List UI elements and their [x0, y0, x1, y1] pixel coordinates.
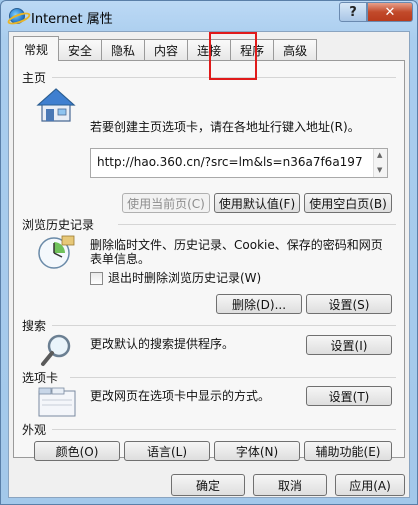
- history-description-line2: 表单信息。: [90, 252, 151, 266]
- history-divider: [118, 224, 396, 225]
- cancel-button[interactable]: 取消: [253, 474, 327, 496]
- title-bar[interactable]: Internet 属性 ? ✕: [1, 1, 417, 31]
- dialog-body: 常规 安全 隐私 内容 连接 程序 高级 主页 若要创建主页选项卡，请在各地址行…: [8, 31, 410, 498]
- appearance-section-title: 外观: [22, 423, 47, 437]
- search-description: 更改默认的搜索提供程序。: [90, 337, 235, 351]
- accessibility-button[interactable]: 辅助功能(E): [304, 441, 392, 461]
- internet-explorer-icon: [9, 8, 25, 24]
- window-title: Internet 属性: [31, 12, 113, 27]
- search-divider: [52, 325, 396, 326]
- tab-strip: 常规 安全 隐私 内容 连接 程序 高级: [13, 36, 318, 62]
- homepage-divider: [52, 77, 396, 78]
- colors-button[interactable]: 颜色(O): [34, 441, 120, 461]
- tab-programs[interactable]: 程序: [230, 39, 275, 61]
- homepage-description: 若要创建主页选项卡，请在各地址行键入地址(R)。: [90, 120, 360, 134]
- tab-advanced[interactable]: 高级: [273, 39, 318, 61]
- delete-history-on-exit-label[interactable]: 退出时删除浏览历史记录(W): [108, 271, 261, 286]
- tabs-section-title: 选项卡: [22, 371, 59, 385]
- internet-properties-window: Internet 属性 ? ✕ 常规 安全 隐私 内容 连接 程序 高级 主页 …: [0, 0, 418, 505]
- search-settings-button[interactable]: 设置(I): [306, 335, 392, 355]
- tab-privacy[interactable]: 隐私: [101, 39, 146, 61]
- tabs-description: 更改网页在选项卡中显示的方式。: [90, 389, 271, 403]
- homepage-section-title: 主页: [22, 71, 47, 85]
- tabs-window-icon: [38, 387, 76, 417]
- tab-general[interactable]: 常规: [13, 36, 60, 61]
- delete-history-button[interactable]: 删除(D)...: [216, 294, 302, 314]
- home-icon: [36, 88, 76, 122]
- history-description-line1: 删除临时文件、历史记录、Cookie、保存的密码和网页: [90, 238, 383, 252]
- delete-history-on-exit-checkbox[interactable]: [90, 272, 103, 285]
- languages-button[interactable]: 语言(L): [124, 441, 210, 461]
- tab-security[interactable]: 安全: [58, 39, 103, 61]
- close-button[interactable]: ✕: [367, 2, 413, 22]
- tabs-settings-button[interactable]: 设置(T): [306, 386, 392, 406]
- magnifier-icon: [41, 334, 71, 366]
- use-current-page-button[interactable]: 使用当前页(C): [122, 193, 210, 213]
- url-scrollbar[interactable]: ▲ ▼: [373, 149, 387, 177]
- history-clock-icon: [38, 235, 75, 269]
- tab-connections[interactable]: 连接: [187, 39, 232, 61]
- use-default-button[interactable]: 使用默认值(F): [214, 193, 300, 213]
- history-settings-button[interactable]: 设置(S): [306, 294, 392, 314]
- help-button[interactable]: ?: [339, 2, 367, 22]
- homepage-url-field[interactable]: http://hao.360.cn/?src=lm&ls=n36a7f6a197…: [90, 148, 388, 178]
- ok-button[interactable]: 确定: [171, 474, 245, 496]
- use-blank-button[interactable]: 使用空白页(B): [304, 193, 392, 213]
- homepage-url-text[interactable]: http://hao.360.cn/?src=lm&ls=n36a7f6a197: [97, 155, 363, 169]
- tab-content[interactable]: 内容: [144, 39, 189, 61]
- appearance-divider: [52, 429, 396, 430]
- history-section-title: 浏览历史记录: [22, 218, 95, 232]
- apply-button[interactable]: 应用(A): [335, 474, 405, 496]
- fonts-button[interactable]: 字体(N): [214, 441, 300, 461]
- search-section-title: 搜索: [22, 319, 47, 333]
- tabs-divider: [70, 377, 396, 378]
- general-tab-panel: 主页 若要创建主页选项卡，请在各地址行键入地址(R)。 http://hao.3…: [13, 60, 405, 461]
